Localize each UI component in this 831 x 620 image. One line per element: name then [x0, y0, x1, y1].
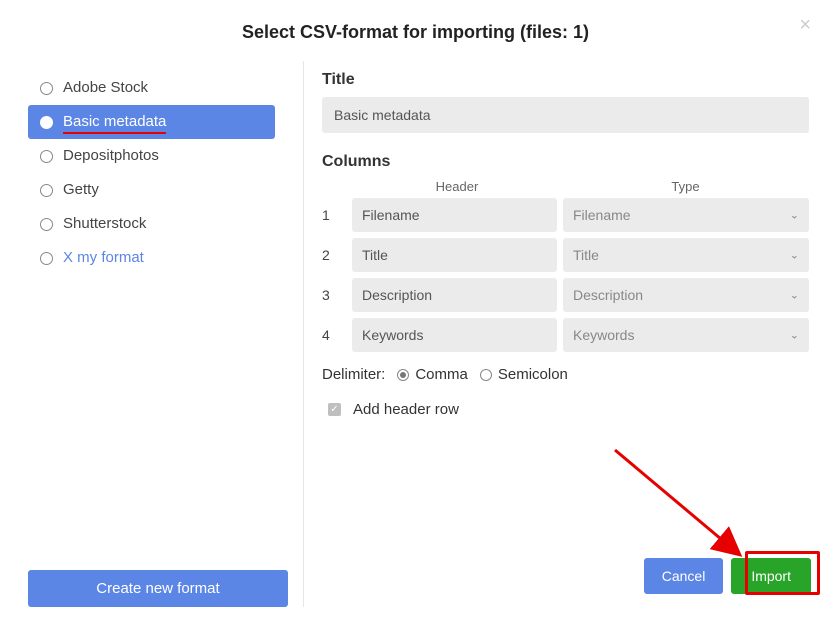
delimiter-comma-label: Comma [415, 366, 468, 383]
cancel-button[interactable]: Cancel [644, 558, 724, 594]
checkbox-icon: ✓ [328, 403, 341, 416]
format-list: Adobe Stock Basic metadata Depositphotos… [28, 71, 275, 275]
radio-icon [480, 369, 492, 381]
column-header-input[interactable] [352, 238, 557, 272]
divider [303, 61, 304, 607]
columns-header-type: Type [562, 179, 809, 194]
columns-header-header: Header [352, 179, 562, 194]
close-icon[interactable]: × [799, 15, 811, 35]
delimiter-semicolon-label: Semicolon [498, 366, 568, 383]
add-header-label: Add header row [353, 401, 459, 418]
format-item-basic-metadata[interactable]: Basic metadata [28, 105, 275, 139]
format-label: Shutterstock [63, 215, 146, 233]
delimiter-label: Delimiter: [322, 366, 385, 383]
format-item-shutterstock[interactable]: Shutterstock [28, 207, 275, 241]
format-label: X my format [63, 249, 144, 267]
delimiter-row: Delimiter: Comma Semicolon [322, 366, 809, 383]
column-row: 2 Title ⌄ [322, 238, 809, 272]
delimiter-option-comma[interactable]: Comma [397, 366, 468, 383]
column-row: 4 Keywords ⌄ [322, 318, 809, 352]
row-index: 3 [322, 287, 346, 303]
format-label: Depositphotos [63, 147, 159, 165]
radio-icon [40, 116, 53, 129]
columns-section-label: Columns [322, 153, 809, 171]
column-type-select[interactable]: Filename ⌄ [563, 198, 809, 232]
radio-icon [40, 150, 53, 163]
row-index: 1 [322, 207, 346, 223]
column-row: 1 Filename ⌄ [322, 198, 809, 232]
type-value: Description [573, 287, 643, 303]
column-type-select[interactable]: Title ⌄ [563, 238, 809, 272]
column-type-select[interactable]: Description ⌄ [563, 278, 809, 312]
radio-icon [40, 82, 53, 95]
format-item-adobe-stock[interactable]: Adobe Stock [28, 71, 275, 105]
chevron-down-icon: ⌄ [790, 249, 799, 262]
radio-icon [397, 369, 409, 381]
create-format-button[interactable]: Create new format [28, 570, 288, 607]
column-row: 3 Description ⌄ [322, 278, 809, 312]
title-section-label: Title [322, 71, 809, 89]
dialog-title: Select CSV-format for importing (files: … [0, 0, 831, 71]
radio-icon [40, 184, 53, 197]
row-index: 2 [322, 247, 346, 263]
import-button[interactable]: Import [731, 558, 811, 594]
column-header-input[interactable] [352, 198, 557, 232]
chevron-down-icon: ⌄ [790, 289, 799, 302]
radio-icon [40, 218, 53, 231]
row-index: 4 [322, 327, 346, 343]
column-type-select[interactable]: Keywords ⌄ [563, 318, 809, 352]
format-item-my-format[interactable]: X my format [28, 241, 275, 275]
format-label: Getty [63, 181, 99, 199]
column-header-input[interactable] [352, 318, 557, 352]
chevron-down-icon: ⌄ [790, 329, 799, 342]
format-item-getty[interactable]: Getty [28, 173, 275, 207]
radio-icon [40, 252, 53, 265]
delimiter-option-semicolon[interactable]: Semicolon [480, 366, 568, 383]
title-input[interactable] [322, 97, 809, 133]
type-value: Title [573, 247, 599, 263]
column-header-input[interactable] [352, 278, 557, 312]
format-label: Adobe Stock [63, 79, 148, 97]
type-value: Filename [573, 207, 631, 223]
add-header-row[interactable]: ✓ Add header row [328, 401, 809, 418]
format-item-depositphotos[interactable]: Depositphotos [28, 139, 275, 173]
format-label: Basic metadata [63, 113, 166, 131]
type-value: Keywords [573, 327, 634, 343]
columns-header-row: Header Type [322, 179, 809, 194]
chevron-down-icon: ⌄ [790, 209, 799, 222]
